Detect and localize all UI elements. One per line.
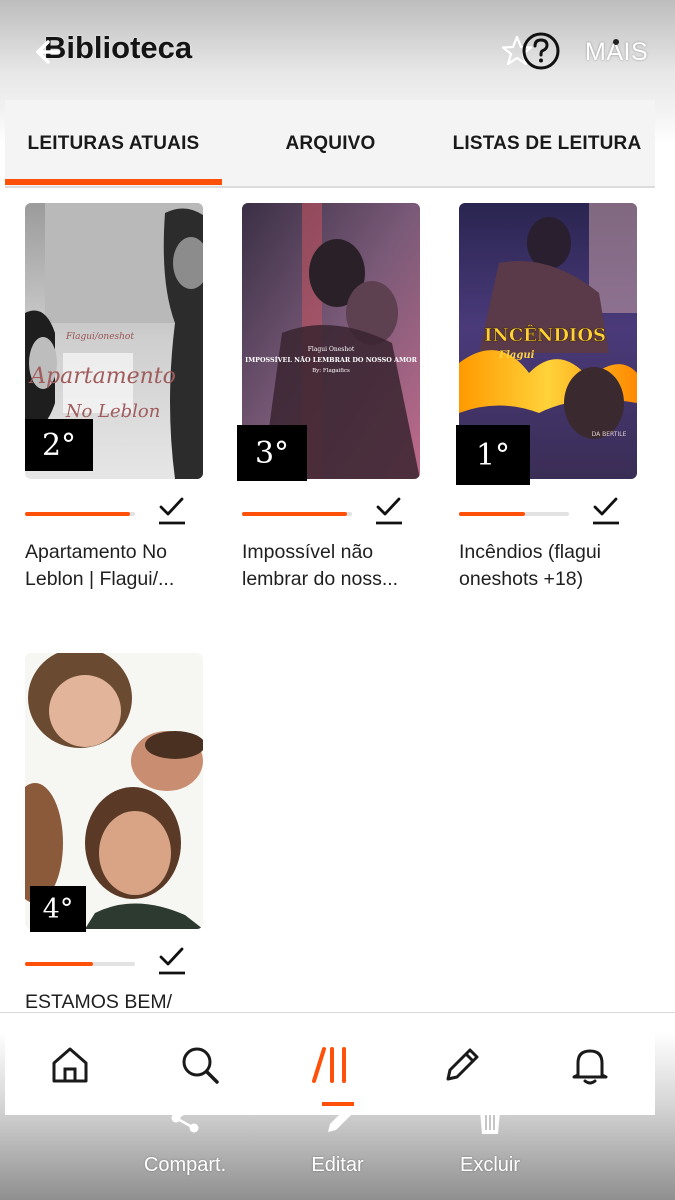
cover-byline-text: By: Flagaifics bbox=[312, 368, 350, 374]
delete-label: Excluir bbox=[459, 1154, 520, 1176]
check-icon[interactable] bbox=[157, 495, 187, 527]
trash-icon bbox=[478, 1103, 502, 1134]
book-title[interactable]: Apartamento No Leblon | Flagui/... bbox=[25, 539, 211, 593]
cover-title-text: Apartamento bbox=[28, 364, 176, 389]
tab-archive[interactable]: ARQUIVO bbox=[222, 100, 439, 188]
check-icon[interactable] bbox=[157, 945, 187, 977]
check-icon[interactable] bbox=[591, 495, 621, 527]
pencil-icon[interactable] bbox=[440, 1043, 484, 1087]
rank-badge: 3° bbox=[237, 425, 307, 481]
share-icon bbox=[171, 1103, 199, 1133]
cover-title-text: INCÊNDIOS bbox=[484, 323, 606, 346]
cover-author-text: Flagui Oneshot bbox=[308, 346, 355, 353]
delete-button[interactable]: Excluir bbox=[440, 1100, 540, 1177]
tab-bar: LEITURAS ATUAIS ARQUIVO LISTAS DE LEITUR… bbox=[5, 100, 655, 188]
library-icon[interactable] bbox=[310, 1043, 354, 1087]
progress-fill bbox=[459, 512, 525, 516]
cover-byline-text: DA BERTILE bbox=[592, 431, 627, 438]
active-tab-indicator bbox=[5, 179, 222, 185]
edit-button[interactable]: Editar bbox=[290, 1100, 385, 1177]
progress-fill bbox=[242, 512, 347, 516]
edit-icon bbox=[321, 1102, 354, 1132]
progress-fill bbox=[25, 962, 94, 966]
cover-author-text: Flagui/oneshot bbox=[65, 332, 134, 342]
library-panel: LEITURAS ATUAIS ARQUIVO LISTAS DE LEITUR… bbox=[5, 100, 655, 1115]
rank-badge: 4° bbox=[30, 886, 86, 932]
rank-badge: 2° bbox=[25, 419, 93, 471]
tab-reading-lists[interactable]: LISTAS DE LEITURA bbox=[439, 100, 655, 188]
back-arrow-icon[interactable] bbox=[30, 36, 62, 68]
progress-fill bbox=[25, 512, 130, 516]
edit-label: Editar bbox=[311, 1154, 364, 1176]
page-title: Biblioteca bbox=[44, 30, 193, 65]
book-title-line: oneshots +18) bbox=[459, 568, 584, 590]
progress-track bbox=[242, 512, 352, 516]
cover-title-text: IMPOSSÍVEL NÃO LEMBRAR DO NOSSO AMOR bbox=[245, 355, 418, 364]
check-icon[interactable] bbox=[374, 495, 404, 527]
book-title-line: lembrar do noss... bbox=[242, 568, 399, 590]
share-label: Compart. bbox=[143, 1154, 227, 1176]
search-icon[interactable] bbox=[178, 1043, 222, 1087]
cover-author-text: Flagui bbox=[498, 350, 535, 361]
progress-track bbox=[459, 512, 569, 516]
book-title-line: Leblon | Flagui/... bbox=[25, 568, 175, 590]
book-title-line: Incêndios (flagui bbox=[459, 541, 602, 563]
book-title-line: Impossível não bbox=[242, 541, 374, 563]
help-icon[interactable] bbox=[520, 30, 562, 72]
book-title[interactable]: Incêndios (flagui oneshots +18) bbox=[459, 539, 645, 593]
more-vert-icon[interactable] bbox=[612, 38, 620, 66]
share-button[interactable]: Compart. bbox=[130, 1100, 240, 1177]
tab-current-reads[interactable]: LEITURAS ATUAIS bbox=[5, 100, 222, 188]
bell-icon[interactable] bbox=[568, 1043, 612, 1087]
top-app-bar: Biblioteca MAIS bbox=[0, 0, 675, 100]
rank-badge: 1° bbox=[456, 425, 530, 485]
book-title[interactable]: Impossível não lembrar do noss... bbox=[242, 539, 428, 593]
selection-action-bar: Compart. Editar Excluir bbox=[0, 1095, 675, 1200]
progress-track bbox=[25, 962, 135, 966]
home-icon[interactable] bbox=[48, 1043, 92, 1087]
progress-track bbox=[25, 512, 135, 516]
book-title-line: Apartamento No bbox=[25, 541, 167, 563]
